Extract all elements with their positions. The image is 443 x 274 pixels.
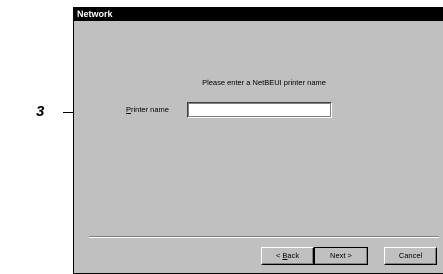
page: 3 Network Please enter a NetBEUI printer… bbox=[0, 0, 443, 274]
printer-name-label: Printer name bbox=[126, 105, 169, 114]
title-bar: Network bbox=[74, 8, 443, 21]
callout-number: 3 bbox=[36, 103, 45, 120]
network-dialog: Network Please enter a NetBEUI printer n… bbox=[73, 7, 443, 274]
separator bbox=[89, 236, 439, 238]
printer-name-input[interactable] bbox=[187, 102, 332, 118]
back-button-rest: ack bbox=[287, 251, 300, 260]
cancel-button[interactable]: Cancel bbox=[384, 247, 437, 265]
next-button[interactable]: Next > bbox=[314, 247, 368, 265]
printer-name-label-rest: rinter name bbox=[131, 105, 169, 114]
back-button[interactable]: < Back bbox=[261, 247, 314, 265]
prompt-text: Please enter a NetBEUI printer name bbox=[202, 78, 326, 87]
window-title: Network bbox=[77, 9, 113, 19]
